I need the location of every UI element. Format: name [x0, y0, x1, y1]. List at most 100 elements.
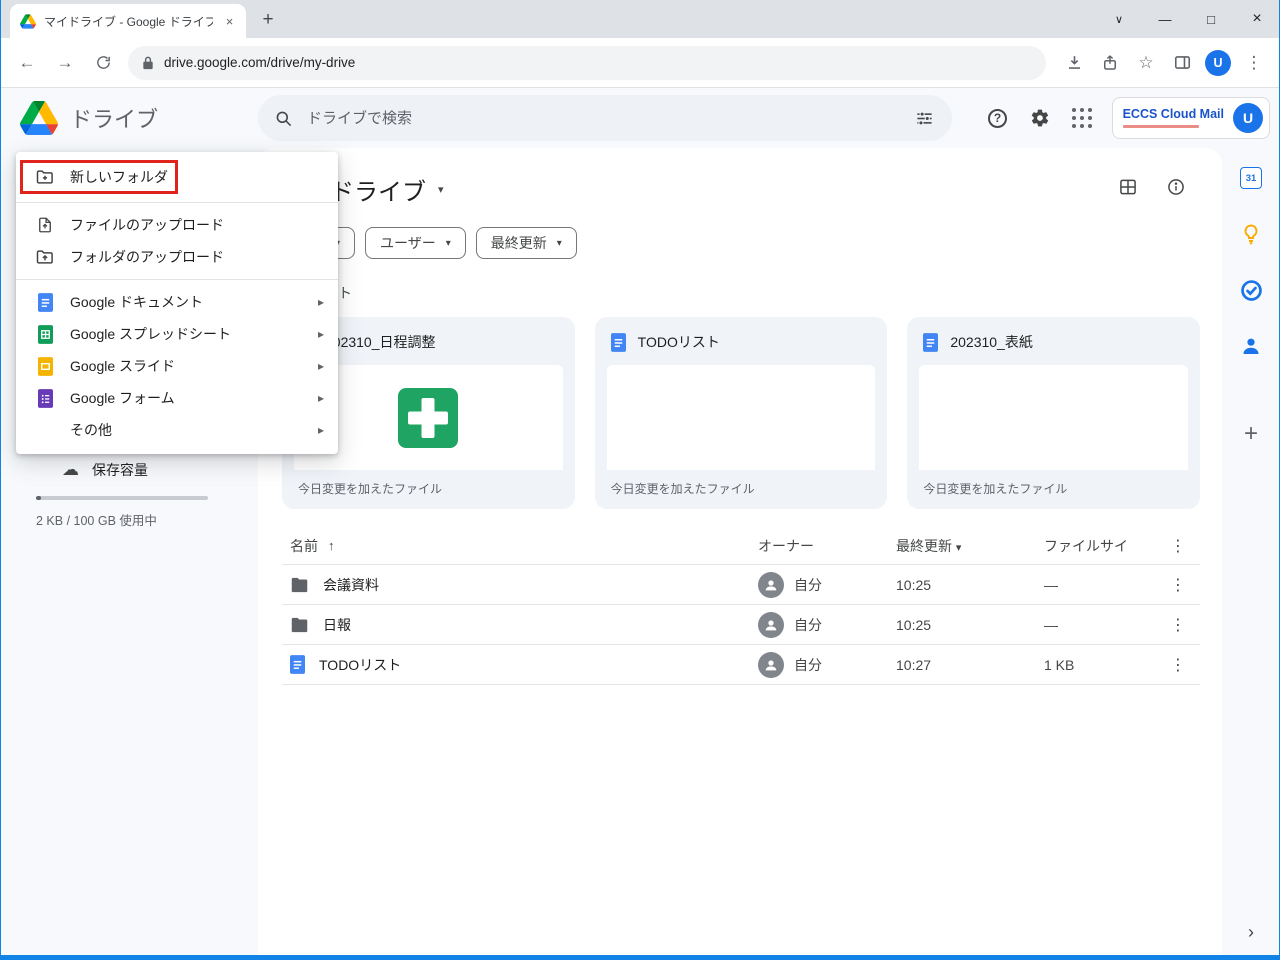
- file-preview: [919, 365, 1188, 470]
- person-icon: [763, 577, 779, 593]
- drive-brand[interactable]: ドライブ: [20, 101, 258, 135]
- maximize-button[interactable]: □: [1188, 0, 1234, 38]
- file-size: 1 KB: [1044, 657, 1156, 673]
- docs-file-icon: [611, 333, 626, 352]
- back-button[interactable]: ←: [11, 47, 43, 79]
- org-logo: ECCS Cloud Mail: [1123, 108, 1224, 128]
- table-options-button[interactable]: ⋮: [1156, 536, 1200, 556]
- menu-item-new-folder[interactable]: 新しいフォルダ: [16, 158, 338, 196]
- details-button[interactable]: [1166, 177, 1186, 202]
- search-icon: [274, 109, 293, 128]
- slides-app-icon: [34, 357, 56, 376]
- menu-item-file-upload[interactable]: ファイルのアップロード: [16, 209, 338, 241]
- folder-icon: [290, 577, 309, 593]
- row-options-button[interactable]: ⋮: [1156, 575, 1200, 595]
- menu-item-folder-upload[interactable]: フォルダのアップロード: [16, 241, 338, 273]
- menu-item-google-docs[interactable]: Google ドキュメント ▸: [16, 286, 338, 318]
- card-caption: 今日変更を加えたファイル: [282, 470, 575, 509]
- suggestions-heading: 候補リスト: [282, 283, 1202, 303]
- account-badge[interactable]: ECCS Cloud Mail U: [1112, 97, 1270, 139]
- new-menu: 新しいフォルダ ファイルのアップロード フォルダのアップロード: [16, 152, 338, 454]
- file-card[interactable]: 202310_表紙 今日変更を加えたファイル: [907, 317, 1200, 509]
- search-input[interactable]: [305, 109, 892, 128]
- filter-people-chip[interactable]: ユーザー ▾: [365, 227, 466, 259]
- modified-time: 10:25: [896, 577, 1044, 593]
- column-owner[interactable]: オーナー: [758, 536, 896, 556]
- new-folder-icon: [34, 167, 56, 187]
- bookmark-button[interactable]: ☆: [1130, 47, 1162, 79]
- row-options-button[interactable]: ⋮: [1156, 655, 1200, 675]
- forms-app-icon: [34, 389, 56, 408]
- file-upload-icon: [34, 215, 56, 235]
- docs-app-icon: [34, 293, 56, 312]
- filter-chips: 種類 ▾ ユーザー ▾ 最終更新 ▾: [282, 227, 1202, 259]
- help-button[interactable]: ?: [978, 98, 1018, 138]
- share-button[interactable]: [1094, 47, 1126, 79]
- calendar-icon: 31: [1240, 167, 1262, 189]
- menu-divider: [16, 279, 338, 280]
- info-icon: [1166, 177, 1186, 197]
- table-header-row: 名前 ↑ オーナー 最終更新 ▾ ファイルサイ ⋮: [282, 527, 1200, 565]
- table-row[interactable]: TODOリスト 自分 10:27 1 KB ⋮: [282, 645, 1200, 685]
- minimize-button[interactable]: —: [1142, 0, 1188, 38]
- browser-tab[interactable]: マイドライブ - Google ドライブ ×: [10, 4, 246, 38]
- search-bar[interactable]: [258, 95, 952, 141]
- menu-divider: [16, 202, 338, 203]
- new-tab-button[interactable]: +: [254, 6, 282, 34]
- tab-close-icon[interactable]: ×: [221, 13, 238, 30]
- collapse-rail-button[interactable]: ›: [1248, 922, 1254, 943]
- grid-view-icon: [1118, 177, 1138, 197]
- file-size: —: [1044, 617, 1156, 633]
- tab-search-icon[interactable]: ∨: [1096, 0, 1142, 38]
- sort-ascending-icon[interactable]: ↑: [328, 538, 335, 553]
- owner-avatar: [758, 652, 784, 678]
- calendar-button[interactable]: 31: [1237, 164, 1265, 192]
- row-options-button[interactable]: ⋮: [1156, 615, 1200, 635]
- chevron-down-icon: ▾: [438, 183, 444, 196]
- menu-item-more[interactable]: その他 ▸: [16, 414, 338, 446]
- side-panel-rail: 31: [1222, 148, 1280, 955]
- column-name[interactable]: 名前 ↑: [282, 536, 758, 556]
- add-addon-button[interactable]: +: [1244, 420, 1258, 448]
- download-icon: [1065, 53, 1084, 72]
- settings-button[interactable]: [1020, 98, 1060, 138]
- menu-item-google-forms[interactable]: Google フォーム ▸: [16, 382, 338, 414]
- column-size[interactable]: ファイルサイ: [1044, 536, 1156, 556]
- account-avatar[interactable]: U: [1233, 103, 1263, 133]
- submenu-arrow-icon: ▸: [318, 423, 324, 437]
- contacts-button[interactable]: [1237, 332, 1265, 360]
- close-button[interactable]: ×: [1234, 0, 1280, 38]
- submenu-arrow-icon: ▸: [318, 327, 324, 341]
- grid-view-button[interactable]: [1118, 177, 1138, 202]
- storage-section[interactable]: ☁ 保存容量 2 KB / 100 GB 使用中: [36, 460, 208, 529]
- menu-item-google-slides[interactable]: Google スライド ▸: [16, 350, 338, 382]
- modified-time: 10:27: [896, 657, 1044, 673]
- modified-time: 10:25: [896, 617, 1044, 633]
- reload-button[interactable]: [87, 47, 119, 79]
- tasks-button[interactable]: [1237, 276, 1265, 304]
- side-panel-button[interactable]: [1166, 47, 1198, 79]
- url-bar[interactable]: drive.google.com/drive/my-drive: [128, 46, 1046, 80]
- table-row[interactable]: 日報 自分 10:25 — ⋮: [282, 605, 1200, 645]
- search-options-button[interactable]: [904, 98, 944, 138]
- keep-button[interactable]: [1237, 220, 1265, 248]
- browser-menu-button[interactable]: ⋮: [1238, 47, 1270, 79]
- install-button[interactable]: [1058, 47, 1090, 79]
- contacts-person-icon: [1239, 334, 1263, 358]
- menu-item-google-sheets[interactable]: Google スプレッドシート ▸: [16, 318, 338, 350]
- reload-icon: [95, 54, 112, 71]
- filter-modified-chip[interactable]: 最終更新 ▾: [476, 227, 577, 259]
- browser-profile-avatar[interactable]: U: [1202, 47, 1234, 79]
- table-row[interactable]: 会議資料 自分 10:25 — ⋮: [282, 565, 1200, 605]
- column-modified[interactable]: 最終更新 ▾: [896, 536, 1044, 556]
- forward-button[interactable]: →: [49, 47, 81, 79]
- file-card[interactable]: TODOリスト 今日変更を加えたファイル: [595, 317, 888, 509]
- app-name: ドライブ: [70, 102, 158, 134]
- apps-launcher-button[interactable]: [1062, 98, 1102, 138]
- folder-upload-icon: [34, 247, 56, 267]
- browser-window: マイドライブ - Google ドライブ × + ∨ — □ × ← → dri…: [0, 0, 1280, 960]
- card-caption: 今日変更を加えたファイル: [595, 470, 888, 509]
- drive-favicon: [20, 14, 36, 29]
- chevron-down-icon: ▾: [557, 238, 562, 249]
- avatar: U: [1205, 50, 1231, 76]
